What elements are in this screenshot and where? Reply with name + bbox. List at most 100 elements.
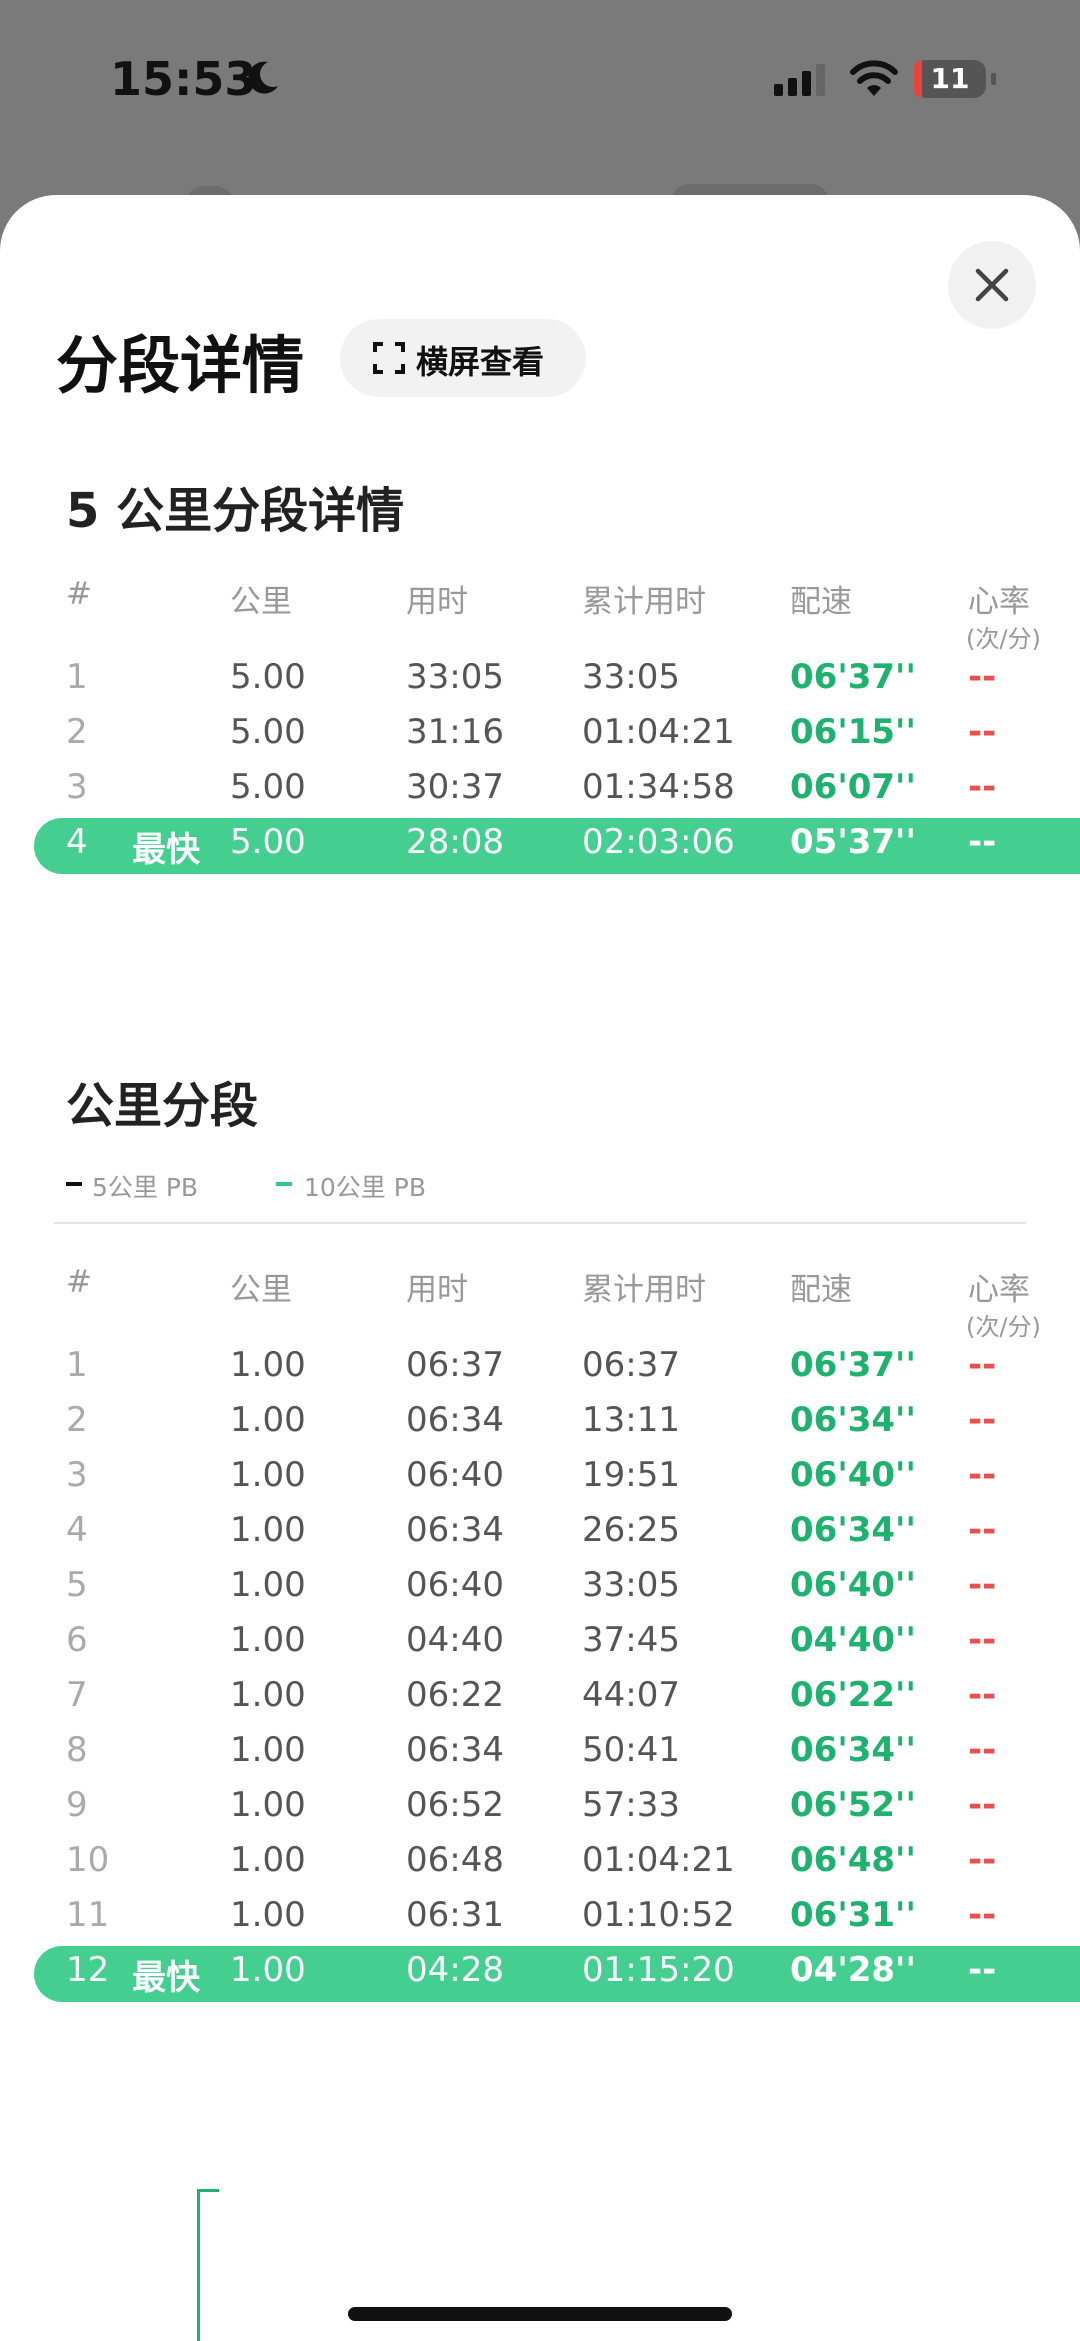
heart-rate: -- xyxy=(968,1895,997,1935)
divider xyxy=(54,1222,1026,1224)
battery-level: 11 xyxy=(930,62,970,95)
cumulative-time: 06:37 xyxy=(582,1345,680,1385)
wifi-icon xyxy=(850,60,898,96)
column-header-pace: 配速 xyxy=(790,1272,852,1308)
split-distance: 1.00 xyxy=(230,1510,306,1550)
heart-rate: -- xyxy=(968,1345,997,1385)
split-index: 9 xyxy=(66,1785,88,1825)
split-pace: 06'37'' xyxy=(790,1345,916,1385)
heart-rate: -- xyxy=(968,1730,997,1770)
cumulative-time: 02:03:06 xyxy=(582,822,735,862)
cumulative-time: 44:07 xyxy=(582,1675,680,1715)
split-index: 6 xyxy=(66,1620,88,1660)
split-index: 10 xyxy=(66,1840,110,1880)
pb-marker-line xyxy=(197,2189,219,2192)
column-header-hr: 心率 xyxy=(968,584,1030,620)
table-row-fastest: 4 最快 5.00 28:08 02:03:06 05'37'' -- xyxy=(0,818,1080,900)
section-title-1km: 公里分段 xyxy=(66,1078,259,1134)
cumulative-time: 33:05 xyxy=(582,1565,680,1605)
column-header-time: 用时 xyxy=(406,584,468,620)
split-pace: 04'28'' xyxy=(790,1950,916,1990)
split-index: 8 xyxy=(66,1730,88,1770)
close-button[interactable] xyxy=(948,241,1036,329)
split-pace: 05'37'' xyxy=(790,822,916,862)
fastest-tag: 最快 xyxy=(132,830,200,870)
legend-marker-5km-pb xyxy=(66,1182,82,1186)
split-pace: 06'34'' xyxy=(790,1730,916,1770)
cumulative-time: 57:33 xyxy=(582,1785,680,1825)
split-distance: 1.00 xyxy=(230,1400,306,1440)
column-header-km: 公里 xyxy=(230,584,292,620)
split-index: 1 xyxy=(66,1345,88,1385)
heart-rate: -- xyxy=(968,767,997,807)
split-index: 4 xyxy=(66,1510,88,1550)
split-index: 3 xyxy=(66,1455,88,1495)
split-distance: 1.00 xyxy=(230,1565,306,1605)
split-index: 5 xyxy=(66,1565,88,1605)
column-header-hr: 心率 xyxy=(968,1272,1030,1308)
split-time: 06:52 xyxy=(406,1785,504,1825)
split-time: 06:48 xyxy=(406,1840,504,1880)
status-bar: 15:53 11 xyxy=(0,0,1080,160)
split-pace: 06'40'' xyxy=(790,1565,916,1605)
page-title: 分段详情 xyxy=(56,329,305,402)
cumulative-time: 26:25 xyxy=(582,1510,680,1550)
split-time: 06:22 xyxy=(406,1675,504,1715)
battery-icon: 11 xyxy=(914,60,996,98)
heart-rate: -- xyxy=(968,657,997,697)
split-time: 06:34 xyxy=(406,1400,504,1440)
split-time: 33:05 xyxy=(406,657,504,697)
heart-rate: -- xyxy=(968,1455,997,1495)
heart-rate: -- xyxy=(968,1400,997,1440)
split-pace: 06'48'' xyxy=(790,1840,916,1880)
split-details-sheet: 分段详情 横屏查看 5 公里分段详情 # 公里 用时 累计用时 配速 心率 (次… xyxy=(0,195,1080,2341)
heart-rate: -- xyxy=(968,1840,997,1880)
split-distance: 1.00 xyxy=(230,1730,306,1770)
moon-icon xyxy=(248,61,278,94)
split-distance: 1.00 xyxy=(230,1455,306,1495)
home-indicator[interactable] xyxy=(348,2307,732,2321)
column-header-cumulative: 累计用时 xyxy=(582,584,706,620)
split-distance: 1.00 xyxy=(230,1895,306,1935)
split-time: 06:40 xyxy=(406,1565,504,1605)
split-distance: 1.00 xyxy=(230,1675,306,1715)
split-pace: 06'15'' xyxy=(790,712,916,752)
split-distance: 1.00 xyxy=(230,1620,306,1660)
split-pace: 04'40'' xyxy=(790,1620,916,1660)
split-time: 06:34 xyxy=(406,1730,504,1770)
split-time: 06:37 xyxy=(406,1345,504,1385)
split-index: 1 xyxy=(66,657,88,697)
landscape-view-button[interactable]: 横屏查看 xyxy=(340,319,586,397)
legend-label-10km-pb: 10公里 PB xyxy=(304,1173,426,1202)
split-distance: 5.00 xyxy=(230,657,306,697)
cellular-signal-icon xyxy=(774,64,825,96)
section-title-5km: 5 公里分段详情 xyxy=(66,483,405,539)
cumulative-time: 50:41 xyxy=(582,1730,680,1770)
cumulative-time: 33:05 xyxy=(582,657,680,697)
split-pace: 06'40'' xyxy=(790,1455,916,1495)
split-index: 12 xyxy=(66,1950,110,1990)
fastest-tag: 最快 xyxy=(132,1958,200,1998)
column-header-pace: 配速 xyxy=(790,584,852,620)
split-distance: 5.00 xyxy=(230,712,306,752)
heart-rate: -- xyxy=(968,1785,997,1825)
legend-label-5km-pb: 5公里 PB xyxy=(92,1173,199,1202)
fullscreen-icon xyxy=(373,342,405,374)
split-index: 3 xyxy=(66,767,88,807)
split-time: 04:40 xyxy=(406,1620,504,1660)
heart-rate: -- xyxy=(968,712,997,752)
split-time: 28:08 xyxy=(406,822,504,862)
heart-rate: -- xyxy=(968,1950,997,1990)
heart-rate: -- xyxy=(968,822,997,862)
split-pace: 06'34'' xyxy=(790,1400,916,1440)
split-pace: 06'22'' xyxy=(790,1675,916,1715)
split-time: 30:37 xyxy=(406,767,504,807)
split-index: 4 xyxy=(66,822,88,862)
status-time: 15:53 xyxy=(110,52,257,106)
cumulative-time: 01:15:20 xyxy=(582,1950,735,1990)
cumulative-time: 01:34:58 xyxy=(582,767,735,807)
split-pace: 06'52'' xyxy=(790,1785,916,1825)
pb-marker-line xyxy=(197,2189,200,2341)
heart-rate: -- xyxy=(968,1620,997,1660)
split-pace: 06'37'' xyxy=(790,657,916,697)
